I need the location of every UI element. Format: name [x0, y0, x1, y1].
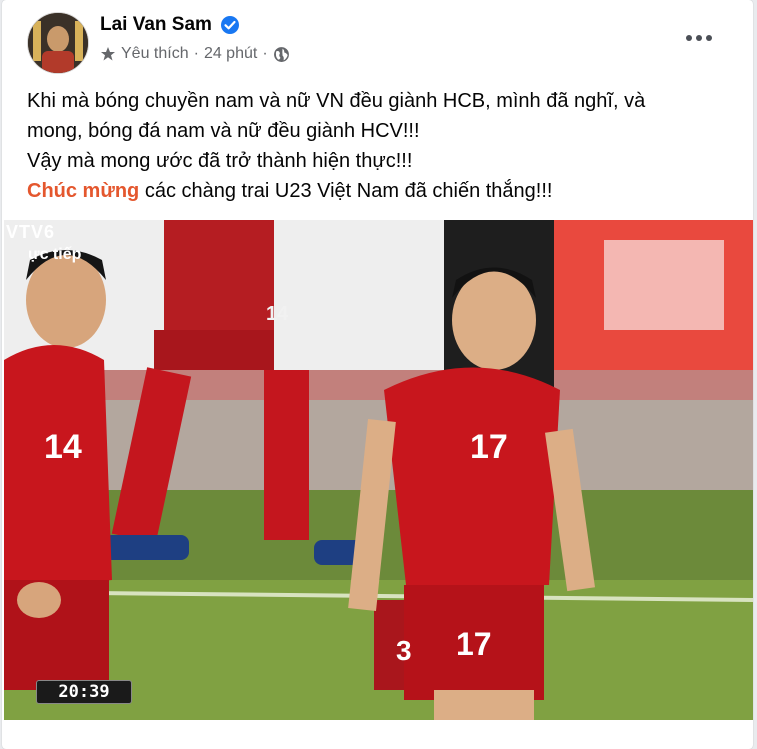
meta-separator: · [262, 45, 268, 62]
more-options-icon [686, 35, 712, 41]
post-photo[interactable]: 14 17 17 3 14 [4, 220, 753, 720]
post-time[interactable]: 24 phút [204, 45, 257, 63]
post-text-line: Khi mà bóng chuyền nam và nữ VN đều giàn… [27, 90, 646, 112]
shorts-number-center: 17 [456, 626, 492, 662]
live-label: ực tiếp [28, 246, 82, 263]
post-text: Khi mà bóng chuyền nam và nữ VN đều giàn… [27, 86, 727, 206]
favorite-label[interactable]: Yêu thích [121, 45, 189, 63]
more-options-button[interactable] [681, 26, 717, 50]
verified-badge-icon [220, 16, 239, 34]
author-header: Lai Van Sam [100, 14, 240, 36]
tv-channel-logo: VTV6 [6, 222, 56, 242]
author-avatar[interactable] [27, 12, 89, 74]
post-text-line: Vậy mà mong ước đã trở thành hiện thực!!… [27, 150, 413, 172]
highlight-text: Chúc mừng [27, 180, 140, 202]
jersey-number-left: 14 [44, 428, 82, 466]
post-card: Lai Van Sam Yêu thích · 24 phút · Khi mà… [2, 0, 753, 749]
globe-icon[interactable] [273, 46, 290, 63]
post-meta: Yêu thích · 24 phút · [100, 45, 290, 63]
meta-separator: · [193, 45, 199, 62]
shorts-number-partial: 3 [396, 635, 412, 666]
post-text-line: Chúc mừng các chàng trai U23 Việt Nam đã… [27, 176, 727, 206]
star-icon [101, 47, 115, 61]
author-name[interactable]: Lai Van Sam [100, 14, 212, 36]
post-text-line: mong, bóng đá nam và nữ đều giành HCV!!! [27, 120, 420, 142]
post-text-rest: các chàng trai U23 Việt Nam đã chiến thắ… [139, 180, 553, 202]
match-timer: 20:39 [36, 680, 132, 704]
shorts-number-back: 14 [266, 303, 289, 325]
jersey-number-center: 17 [470, 428, 508, 466]
